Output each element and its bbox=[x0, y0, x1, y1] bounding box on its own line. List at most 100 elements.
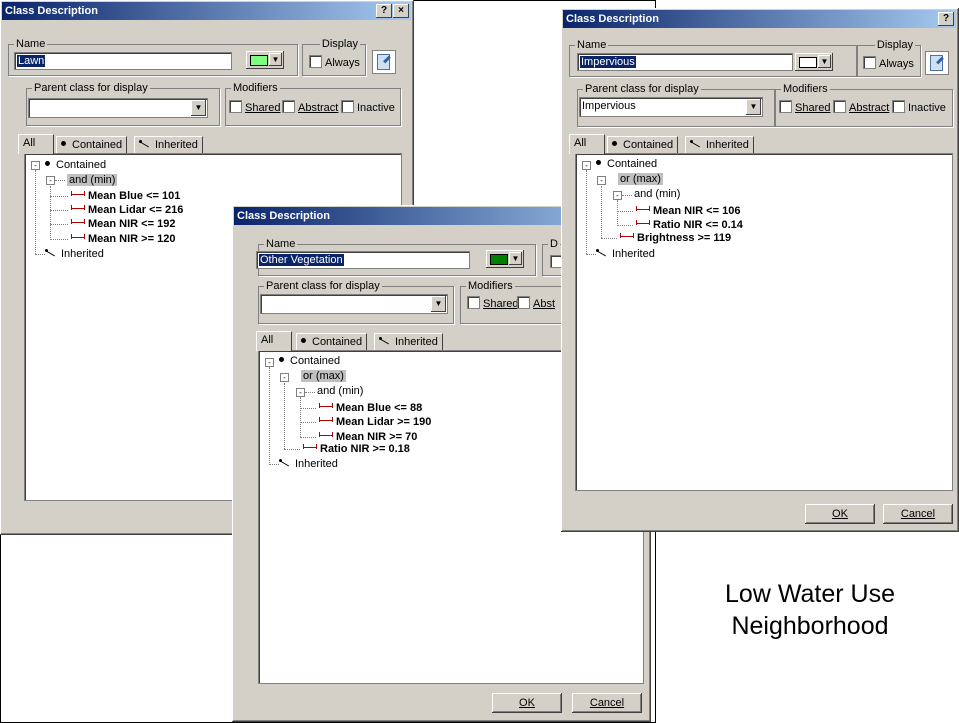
edit-class-icon[interactable] bbox=[925, 51, 949, 75]
inactive-checkbox[interactable]: Inactive bbox=[341, 100, 395, 114]
tab-strip: All Contained Inherited bbox=[569, 134, 949, 154]
tree-node-condition[interactable]: Brightness >= 119 bbox=[620, 232, 731, 245]
checkbox-box[interactable] bbox=[341, 100, 354, 113]
abstract-checkbox[interactable]: Abstract bbox=[282, 100, 338, 114]
tree-node-condition[interactable]: Mean NIR <= 192 bbox=[71, 218, 175, 231]
tab-all[interactable]: All bbox=[256, 331, 292, 351]
tree-node-condition[interactable]: Ratio NIR >= 0.18 bbox=[303, 443, 410, 456]
tab-label: Contained bbox=[623, 139, 674, 151]
checkbox-box[interactable] bbox=[282, 100, 295, 113]
tab-contained[interactable]: Contained bbox=[607, 136, 679, 153]
tree-node-condition[interactable]: Mean Blue <= 101 bbox=[71, 190, 180, 203]
tree-node-inherited[interactable]: Inherited bbox=[45, 248, 104, 261]
collapse-icon[interactable]: - bbox=[296, 388, 305, 397]
collapse-icon[interactable]: - bbox=[46, 176, 55, 185]
ok-button[interactable]: OK bbox=[805, 504, 875, 524]
abstract-checkbox[interactable]: Abst bbox=[517, 296, 555, 310]
collapse-icon[interactable]: - bbox=[597, 176, 606, 185]
collapse-icon[interactable]: - bbox=[613, 191, 622, 200]
chevron-down-icon[interactable]: ▼ bbox=[431, 296, 446, 312]
tree-node-contained[interactable]: Contained bbox=[279, 355, 340, 368]
tree-line bbox=[284, 383, 285, 449]
tab-label: Inherited bbox=[155, 139, 198, 151]
tree-node-contained[interactable]: Contained bbox=[596, 158, 657, 171]
parent-class-combo[interactable]: Impervious ▼ bbox=[579, 97, 763, 117]
edit-class-icon[interactable] bbox=[372, 50, 396, 74]
name-input[interactable]: Lawn bbox=[14, 52, 232, 70]
tab-contained[interactable]: Contained bbox=[56, 136, 128, 153]
shared-checkbox[interactable]: Shared bbox=[229, 100, 280, 114]
cancel-button[interactable]: Cancel bbox=[883, 504, 953, 524]
tree-line bbox=[300, 397, 301, 437]
parent-class-combo[interactable]: ▼ bbox=[28, 98, 208, 118]
tree-node-condition[interactable]: Mean NIR >= 120 bbox=[71, 233, 175, 246]
checkbox-box[interactable] bbox=[892, 100, 905, 113]
always-checkbox[interactable]: Always bbox=[309, 55, 360, 69]
checkbox-box[interactable] bbox=[309, 55, 322, 68]
tree-line bbox=[50, 196, 68, 197]
name-input[interactable]: Other Vegetation bbox=[256, 251, 470, 269]
feature-icon bbox=[71, 191, 85, 198]
chevron-down-icon[interactable]: ▼ bbox=[191, 100, 206, 116]
tab-strip: All Contained Inherited bbox=[18, 134, 398, 154]
tab-all[interactable]: All bbox=[569, 134, 605, 154]
always-checkbox[interactable]: Always bbox=[863, 56, 914, 70]
chevron-down-icon[interactable]: ▼ bbox=[746, 99, 761, 115]
checkbox-box[interactable] bbox=[467, 296, 480, 309]
tree-node-and[interactable]: and (min) bbox=[634, 188, 680, 201]
tree-node-condition[interactable]: Mean Lidar >= 190 bbox=[319, 416, 431, 429]
inactive-checkbox[interactable]: Inactive bbox=[892, 100, 946, 114]
cancel-button[interactable]: Cancel bbox=[572, 693, 642, 713]
display-label: Display bbox=[874, 39, 915, 51]
tree-node-or[interactable]: or (max) bbox=[618, 173, 663, 186]
close-button[interactable]: × bbox=[393, 4, 409, 18]
color-picker-button[interactable]: ▼ bbox=[246, 51, 284, 69]
tree-line bbox=[35, 170, 36, 254]
checkbox-box[interactable] bbox=[833, 100, 846, 113]
collapse-icon[interactable]: - bbox=[582, 161, 591, 170]
tab-label: Contained bbox=[312, 336, 363, 348]
abstract-checkbox[interactable]: Abstract bbox=[833, 100, 889, 114]
tab-inherited[interactable]: Inherited bbox=[374, 333, 443, 350]
chevron-down-icon: ▼ bbox=[269, 53, 282, 66]
color-picker-button[interactable]: ▼ bbox=[486, 250, 524, 268]
tree-node-condition[interactable]: Mean Blue <= 88 bbox=[319, 402, 422, 415]
feature-icon bbox=[636, 206, 650, 213]
tree-node-inherited[interactable]: Inherited bbox=[596, 248, 655, 261]
help-button[interactable]: ? bbox=[938, 12, 954, 26]
collapse-icon[interactable]: - bbox=[265, 358, 274, 367]
checkbox-box[interactable] bbox=[517, 296, 530, 309]
checkbox-box[interactable] bbox=[229, 100, 242, 113]
help-button[interactable]: ? bbox=[376, 4, 392, 18]
tab-inherited[interactable]: Inherited bbox=[685, 136, 754, 153]
tab-contained[interactable]: Contained bbox=[296, 333, 368, 350]
ok-button[interactable]: OK bbox=[492, 693, 562, 713]
class-tree[interactable]: - Contained - or (max) - and (min) Mean … bbox=[575, 153, 953, 491]
parent-class-combo[interactable]: ▼ bbox=[260, 294, 448, 314]
checkbox-box[interactable] bbox=[779, 100, 792, 113]
tree-node-condition[interactable]: Ratio NIR <= 0.14 bbox=[636, 219, 743, 232]
tab-label: Contained bbox=[72, 139, 123, 151]
name-input[interactable]: Impervious bbox=[577, 53, 793, 71]
tree-node-or[interactable]: or (max) bbox=[301, 370, 346, 383]
tree-node-contained[interactable]: Contained bbox=[45, 159, 106, 172]
bullet-icon bbox=[45, 161, 50, 166]
bullet-icon bbox=[612, 141, 617, 146]
tree-node-and[interactable]: and (min) bbox=[67, 174, 118, 187]
display-label: Display bbox=[319, 38, 360, 50]
shared-checkbox[interactable]: Shared bbox=[467, 296, 518, 310]
tree-node-inherited[interactable]: Inherited bbox=[279, 458, 338, 471]
shared-checkbox[interactable]: Shared bbox=[779, 100, 830, 114]
collapse-icon[interactable]: - bbox=[280, 373, 289, 382]
tab-inherited[interactable]: Inherited bbox=[134, 136, 203, 153]
color-picker-button[interactable]: ▼ bbox=[795, 53, 833, 71]
node-label: and (min) bbox=[67, 174, 118, 186]
node-label: Mean Lidar >= 190 bbox=[336, 416, 432, 428]
tab-all[interactable]: All bbox=[18, 134, 54, 154]
tree-node-condition[interactable]: Mean Lidar <= 216 bbox=[71, 204, 183, 217]
collapse-icon[interactable]: - bbox=[31, 161, 40, 170]
tree-node-and[interactable]: and (min) bbox=[317, 385, 363, 398]
tree-node-condition[interactable]: Mean NIR <= 106 bbox=[636, 205, 740, 218]
tree-line bbox=[50, 239, 68, 240]
checkbox-box[interactable] bbox=[863, 56, 876, 69]
